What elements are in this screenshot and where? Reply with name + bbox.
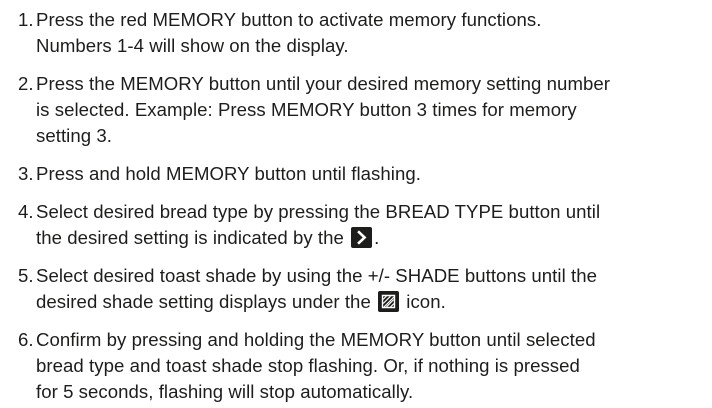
step-line: Select desired bread type by pressing th…	[36, 201, 601, 222]
step-line: setting 3.	[36, 125, 112, 146]
step-line: for 5 seconds, flashing will stop automa…	[36, 381, 414, 402]
step-line: Press the red MEMORY button to activate …	[36, 9, 542, 30]
step-6: 6. Confirm by pressing and holding the M…	[18, 327, 700, 405]
toast-shade-icon	[378, 291, 400, 312]
step-5: 5. Select desired toast shade by using t…	[18, 263, 700, 315]
step-line: Press the MEMORY button until your desir…	[36, 73, 611, 94]
step-line: Confirm by pressing and holding the MEMO…	[36, 329, 596, 350]
step-line-start: desired shade setting displays under the	[36, 291, 371, 312]
step-1: 1. Press the red MEMORY button to activa…	[18, 7, 700, 59]
step-number: 1.	[18, 9, 34, 30]
step-number: 4.	[18, 201, 34, 222]
step-line: Select desired toast shade by using the …	[36, 265, 597, 286]
step-line: Press and hold MEMORY button until flash…	[36, 163, 421, 184]
step-text: Press and hold MEMORY button until flash…	[36, 161, 700, 187]
step-text: Confirm by pressing and holding the MEMO…	[36, 327, 700, 405]
step-line-end: .	[374, 227, 380, 248]
step-number: 3.	[18, 163, 34, 184]
step-line: Numbers 1-4 will show on the display.	[36, 35, 349, 56]
step-number: 2.	[18, 73, 34, 94]
instructions-page: 1. Press the red MEMORY button to activa…	[0, 0, 712, 408]
step-line: bread type and toast shade stop flashing…	[36, 355, 580, 376]
step-text: Press the red MEMORY button to activate …	[36, 7, 700, 59]
step-line-end: icon.	[406, 291, 446, 312]
step-number: 6.	[18, 329, 34, 350]
step-3: 3. Press and hold MEMORY button until fl…	[18, 161, 700, 187]
step-number: 5.	[18, 265, 34, 286]
step-text: Select desired bread type by pressing th…	[36, 199, 700, 251]
step-text: Select desired toast shade by using the …	[36, 263, 700, 315]
step-4: 4. Select desired bread type by pressing…	[18, 199, 700, 251]
step-line-start: the desired setting is indicated by the	[36, 227, 344, 248]
chevron-right-icon	[351, 227, 373, 248]
step-line: is selected. Example: Press MEMORY butto…	[36, 99, 577, 120]
step-2: 2. Press the MEMORY button until your de…	[18, 71, 700, 149]
step-text: Press the MEMORY button until your desir…	[36, 71, 700, 149]
instruction-steps: 1. Press the red MEMORY button to activa…	[18, 7, 700, 405]
